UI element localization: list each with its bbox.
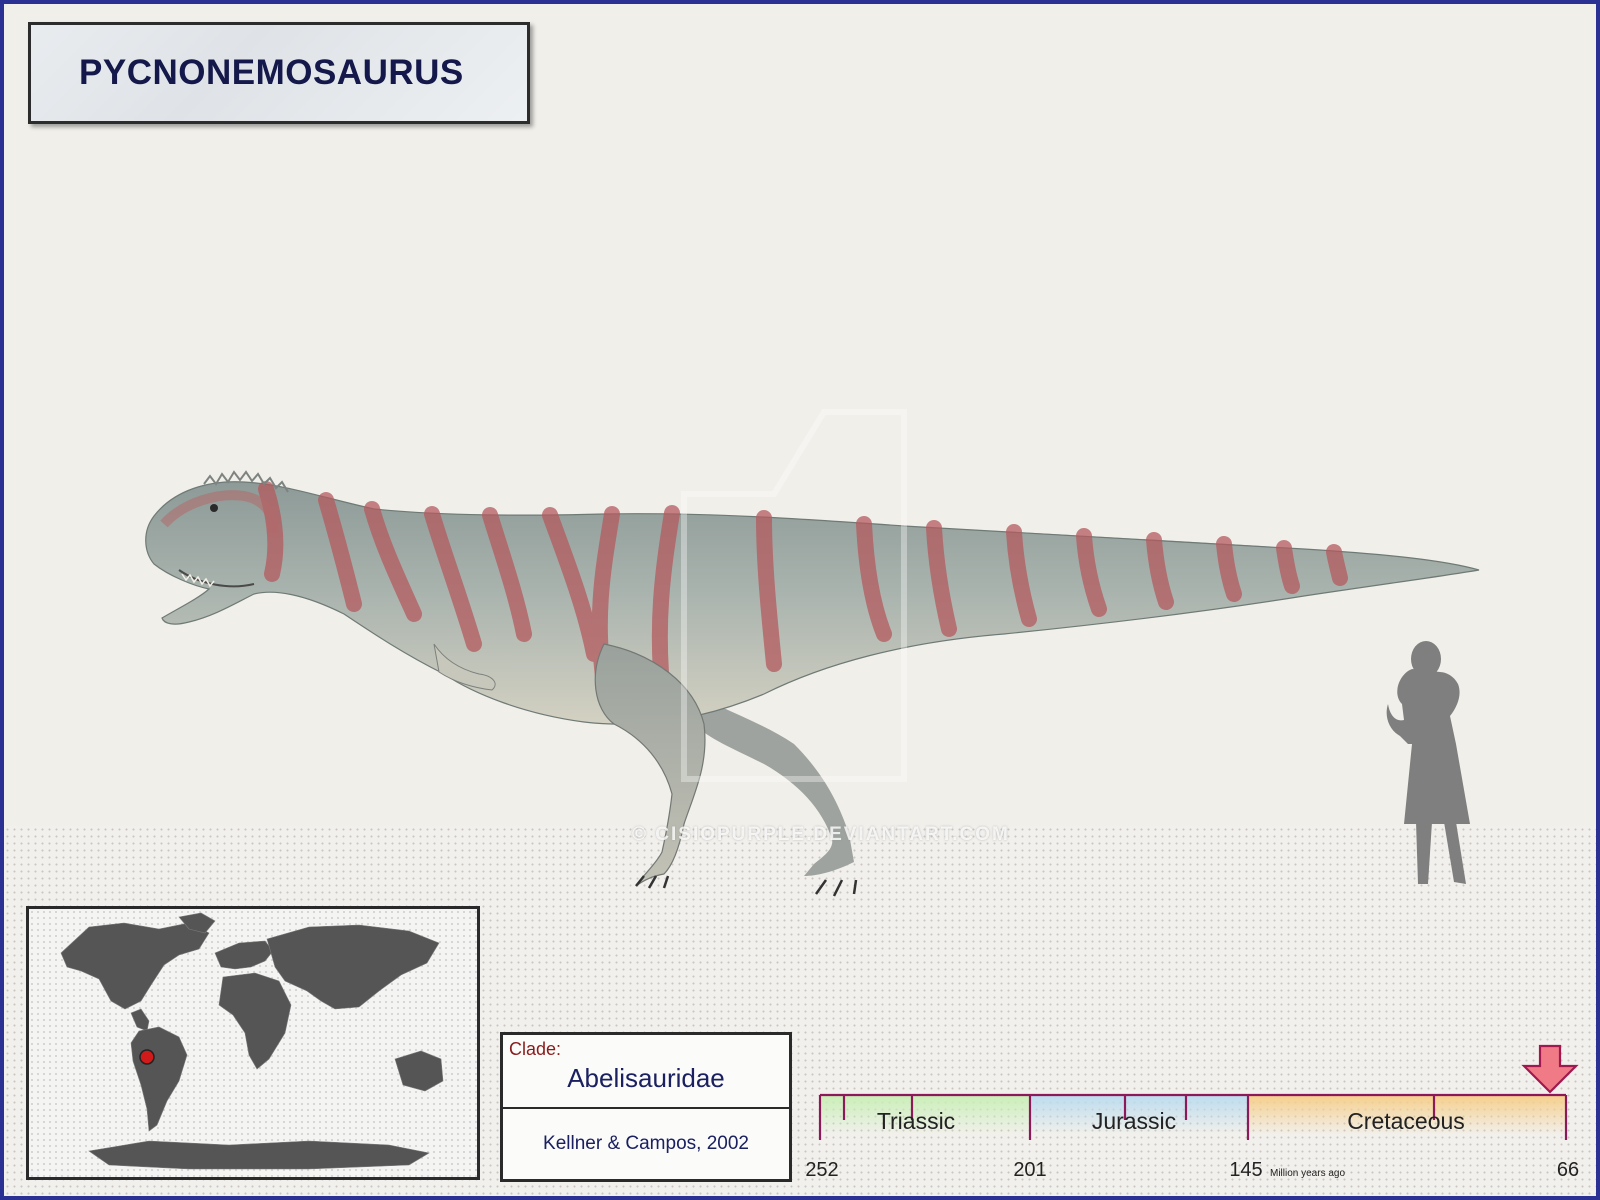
australia: [394, 1050, 444, 1092]
world-map: [26, 906, 480, 1180]
central-america: [130, 1008, 150, 1032]
europe: [214, 940, 274, 970]
infographic-page: PYCNONEMOSAURUS © CISIOPURPLE.DEVIANTART…: [4, 4, 1596, 1196]
period-label-triassic: Triassic: [877, 1108, 955, 1134]
human-silhouette: [1386, 641, 1470, 884]
time-marker-arrow-icon: [1521, 1044, 1579, 1094]
tick-label-66: 66: [1557, 1159, 1579, 1181]
geologic-timeline: Triassic Jurassic Cretaceous 252 201 145…: [805, 1044, 1579, 1181]
clade-authority: Kellner & Campos, 2002: [543, 1133, 749, 1154]
timeline-unit-label: Million years ago: [1270, 1168, 1345, 1179]
tick-label-145: 145: [1229, 1159, 1262, 1181]
clade-label: Clade:: [509, 1039, 562, 1059]
watermark-text: © CISIOPURPLE.DEVIANTART.COM: [632, 824, 1010, 845]
tick-label-252: 252: [805, 1159, 838, 1181]
period-label-jurassic: Jurassic: [1092, 1108, 1176, 1134]
tick-label-201: 201: [1013, 1159, 1046, 1181]
africa: [218, 972, 292, 1070]
asia: [266, 924, 440, 1010]
continents: [60, 912, 444, 1170]
far-leg: [694, 694, 854, 876]
antarctica: [88, 1140, 430, 1170]
clade-panel: Clade: Abelisauridae Kellner & Campos, 2…: [500, 1032, 792, 1182]
location-marker-icon: [139, 1049, 155, 1065]
far-foot-claws: [814, 879, 858, 897]
clade-name: Abelisauridae: [567, 1063, 725, 1093]
south-america: [130, 1026, 188, 1132]
clade-divider: [503, 1107, 789, 1109]
period-label-cretaceous: Cretaceous: [1347, 1108, 1465, 1134]
world-map-graphic: [60, 912, 444, 1170]
dinosaur-eye: [210, 504, 218, 512]
north-america: [60, 922, 210, 1010]
dinosaur-illustration: [145, 409, 1480, 897]
